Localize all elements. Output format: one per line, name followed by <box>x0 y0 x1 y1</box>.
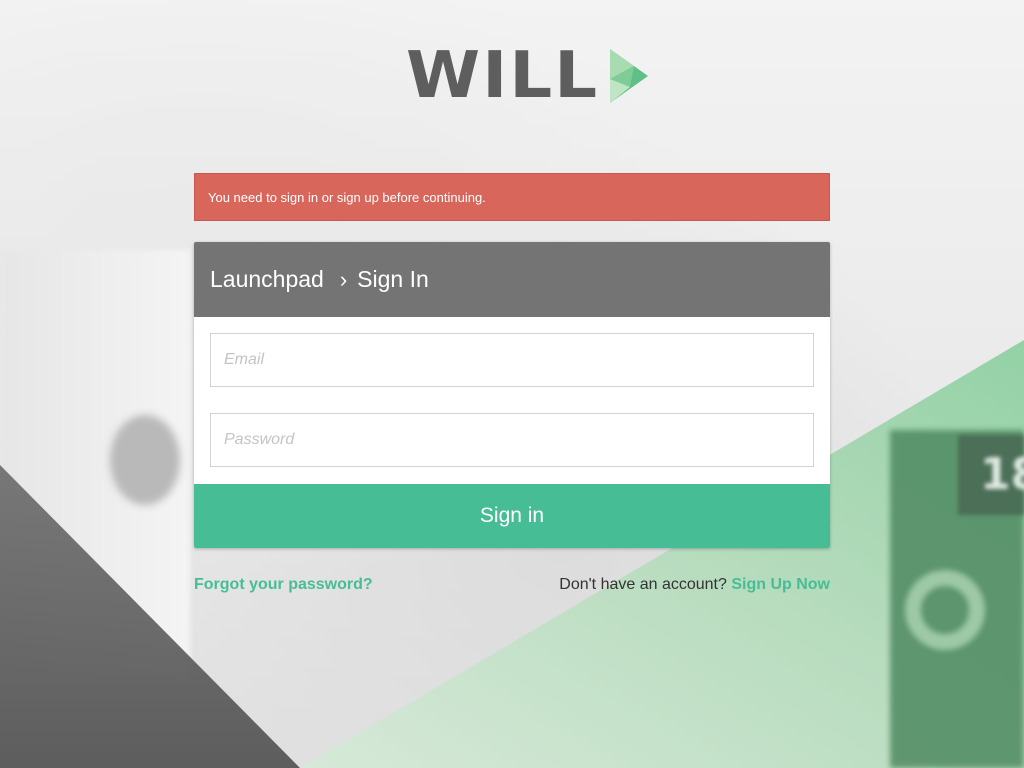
alert-message: You need to sign in or sign up before co… <box>208 189 486 205</box>
no-account-text: Don't have an account? <box>559 576 727 593</box>
sign-in-card: Launchpad › Sign In Sign in <box>194 242 830 548</box>
email-field[interactable] <box>210 333 814 387</box>
sign-up-link[interactable]: Sign Up Now <box>731 576 830 593</box>
background-tower-ring <box>905 570 985 650</box>
play-triangle-logo-icon <box>609 49 648 103</box>
sign-up-prompt: Don't have an account? Sign Up Now <box>559 576 830 594</box>
background-tower-number-text: 18 <box>980 449 1024 500</box>
logo-wordmark: WILL <box>406 39 600 113</box>
will-logo: WILL <box>406 39 648 113</box>
forgot-password-link[interactable]: Forgot your password? <box>194 576 373 594</box>
auth-links: Forgot your password? Don't have an acco… <box>194 574 830 596</box>
card-header: Launchpad › Sign In <box>194 242 830 317</box>
login-page: 18 WILL You need to sign in or sign up b… <box>0 0 1024 768</box>
background-tower-number: 18 <box>958 435 1024 515</box>
sign-in-button[interactable]: Sign in <box>194 484 830 548</box>
breadcrumb-separator: › <box>339 266 348 292</box>
alert-banner: You need to sign in or sign up before co… <box>194 173 830 221</box>
breadcrumb-sign-in: Sign In <box>357 266 429 292</box>
password-field[interactable] <box>210 413 814 467</box>
breadcrumb-launchpad[interactable]: Launchpad <box>210 266 324 293</box>
